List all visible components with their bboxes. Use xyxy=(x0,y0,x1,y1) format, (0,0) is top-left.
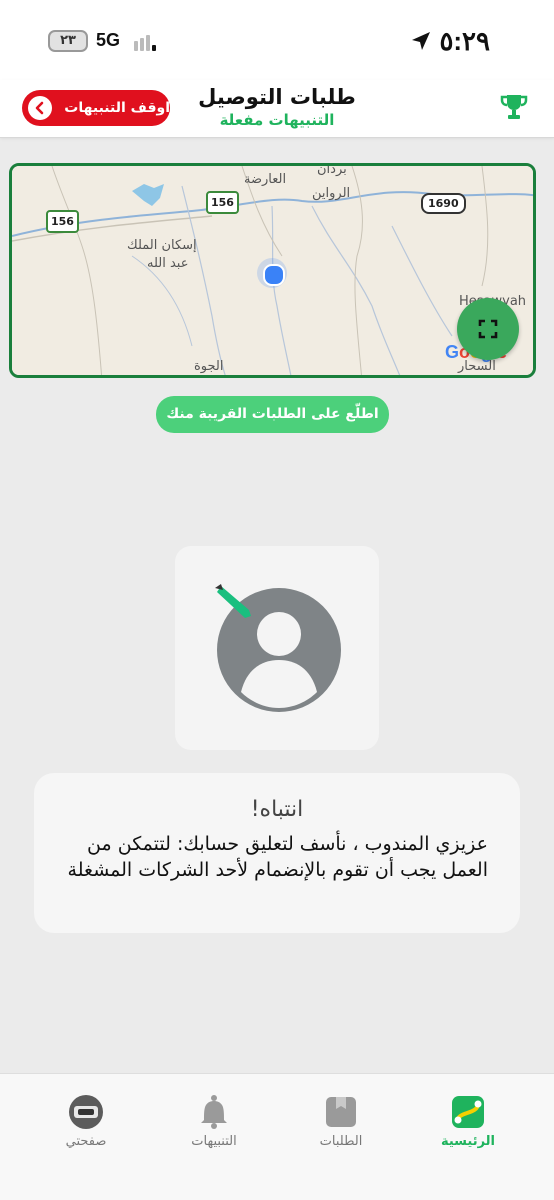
current-location-marker xyxy=(257,258,287,288)
tab-orders[interactable]: الطلبات xyxy=(291,1094,391,1154)
bell-icon xyxy=(201,1095,227,1129)
alert-title: انتباه! xyxy=(250,797,304,822)
view-nearby-orders-button[interactable]: اطلّع على الطلبات القريبة منك xyxy=(156,396,389,433)
route-icon xyxy=(452,1096,484,1128)
page-title: طلبات التوصيل xyxy=(198,85,356,109)
app-header: اوقف التنبيهات طلبات التوصيل التنبيهات م… xyxy=(0,80,554,138)
avatar xyxy=(215,584,341,712)
status-bar: ٢٣ 5G ٥:٢٩ xyxy=(0,0,554,80)
tab-home-label: الرئيسية xyxy=(440,1134,496,1149)
map-label: برذان xyxy=(317,163,347,177)
map-label: العارضة xyxy=(244,172,287,187)
map-view[interactable]: 156 156 1690 العارضة الرواين برذان إسكان… xyxy=(9,163,536,378)
location-arrow-icon xyxy=(412,32,430,50)
profile-photo-icon xyxy=(69,1095,103,1129)
tab-orders-label: الطلبات xyxy=(319,1134,363,1149)
road-badge: 156 xyxy=(46,210,79,233)
fullscreen-button[interactable] xyxy=(457,298,519,360)
tab-notifications-label: التنبيهات xyxy=(191,1134,237,1149)
map-label: عبد الله xyxy=(147,256,189,271)
map-label: إسكان الملك xyxy=(127,238,197,253)
tab-my-page[interactable]: صفحتي xyxy=(36,1094,136,1154)
tab-notifications[interactable]: التنبيهات xyxy=(164,1094,264,1154)
expand-icon xyxy=(478,319,498,339)
notifications-status: التنبيهات مفعلة xyxy=(219,111,335,129)
tab-my-page-label: صفحتي xyxy=(65,1134,107,1149)
road-badge: 156 xyxy=(206,191,239,214)
trophy-icon[interactable] xyxy=(500,92,528,122)
bottom-navigation: صفحتي التنبيهات الطلبات الرئيسية xyxy=(0,1073,554,1200)
road-badge: 1690 xyxy=(421,193,466,214)
network-type: 5G xyxy=(96,30,121,50)
battery-indicator: ٢٣ xyxy=(48,30,88,52)
signal-icon xyxy=(134,35,156,51)
box-icon xyxy=(326,1097,356,1127)
map-label: الجوة xyxy=(194,359,224,374)
alert-message: عزيزي المندوب ، نأسف لتعليق حسابك: لتتمك… xyxy=(67,833,488,881)
status-time: ٥:٢٩ xyxy=(439,26,490,56)
account-suspended-alert: انتباه! عزيزي المندوب ، نأسف لتعليق حساب… xyxy=(34,773,520,933)
tab-home[interactable]: الرئيسية xyxy=(418,1094,518,1154)
map-label: الرواين xyxy=(312,186,351,201)
avatar-card[interactable] xyxy=(175,546,379,750)
